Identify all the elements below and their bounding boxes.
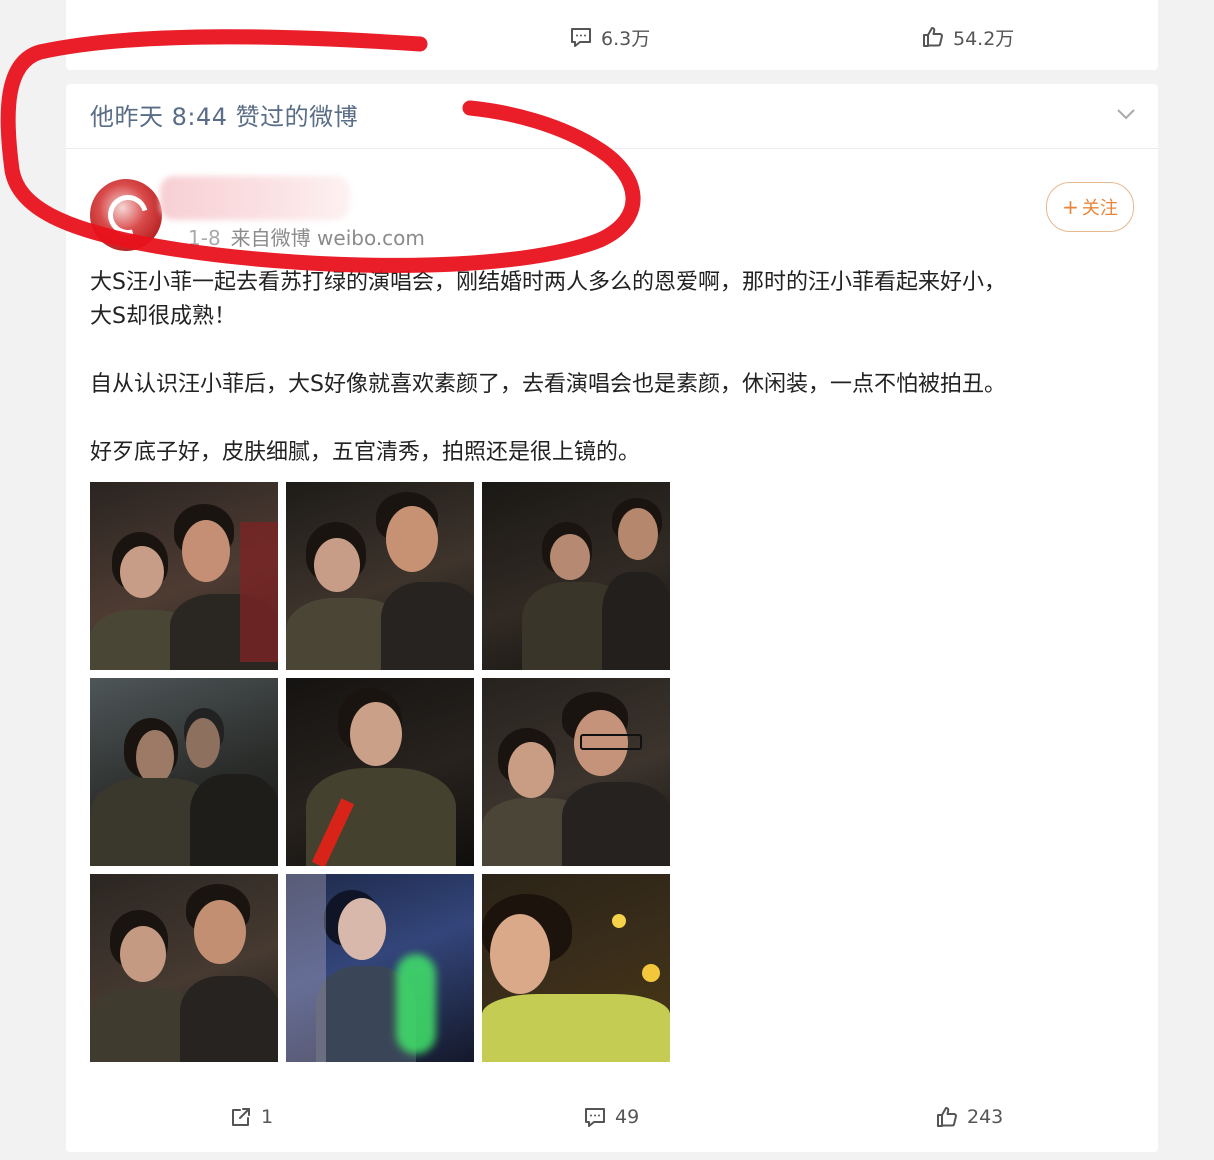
like-count: 243 (967, 1106, 1004, 1128)
photo-thumbnail[interactable] (482, 874, 670, 1062)
post-body: 大S汪小菲一起去看苏打绿的演唱会，刚结婚时两人多么的恩爱啊，那时的汪小菲看起来好… (90, 266, 1134, 470)
thumbs-up-icon (937, 1107, 957, 1127)
previous-comment-count: 6.3万 (601, 27, 651, 50)
follow-label: 关注 (1081, 198, 1118, 219)
liked-post-header[interactable]: 他昨天 8:44 赞过的微博 (66, 84, 1158, 149)
post-action-bar: 1 49 243 (66, 1097, 1158, 1137)
follow-button[interactable]: + 关注 (1046, 182, 1134, 232)
photo-thumbnail[interactable] (286, 678, 474, 866)
comment-count: 49 (615, 1106, 640, 1128)
post-meta: 1-8 来自微博 weibo.com (188, 222, 425, 251)
comment-button[interactable]: 49 (583, 1097, 639, 1137)
photo-thumbnail[interactable] (90, 482, 278, 670)
avatar[interactable] (90, 179, 162, 251)
liked-post-card: 他昨天 8:44 赞过的微博 1-8 来自微博 weibo.com + 关注 大S… (66, 84, 1158, 1152)
comment-icon (571, 28, 591, 47)
photo-thumbnail[interactable] (286, 482, 474, 670)
post-paragraph: 大S却很成熟！ (90, 304, 236, 329)
repost-count: 1 (261, 1106, 274, 1128)
photo-thumbnail[interactable] (482, 482, 670, 670)
thumbs-up-icon (923, 27, 943, 47)
previous-post-card: 6.3万 54.2万 (66, 0, 1158, 70)
share-icon (232, 1108, 250, 1126)
post-paragraph: 自从认识汪小菲后，大S好像就喜欢素颜了，去看演唱会也是素颜，休闲装，一点不怕被拍… (90, 372, 1006, 397)
post-source[interactable]: 来自微博 weibo.com (231, 226, 425, 250)
plus-icon: + (1062, 195, 1079, 219)
photo-thumbnail[interactable] (482, 678, 670, 866)
avatar-logo (100, 187, 156, 243)
previous-like-button[interactable]: 54.2万 (921, 17, 1014, 57)
post-paragraph: 大S汪小菲一起去看苏打绿的演唱会，刚结婚时两人多么的恩爱啊，那时的汪小菲看起来好… (90, 270, 1006, 295)
username-redacted (160, 176, 350, 220)
post-date: 1-8 (188, 226, 221, 250)
comment-icon (585, 1108, 605, 1127)
chevron-down-icon[interactable] (1116, 106, 1136, 120)
repost-button[interactable]: 1 (229, 1097, 273, 1137)
photo-thumbnail[interactable] (90, 874, 278, 1062)
photo-thumbnail[interactable] (286, 874, 474, 1062)
previous-like-count: 54.2万 (953, 27, 1015, 50)
photo-grid (90, 482, 670, 1062)
previous-post-action-bar: 6.3万 54.2万 (66, 17, 1158, 57)
post-paragraph: 好歹底子好，皮肤细腻，五官清秀，拍照还是很上镜的。 (90, 440, 641, 465)
like-button[interactable]: 243 (935, 1097, 1003, 1137)
photo-thumbnail[interactable] (90, 678, 278, 866)
liked-post-header-text: 他昨天 8:44 赞过的微博 (90, 103, 359, 131)
previous-comment-button[interactable]: 6.3万 (569, 17, 650, 57)
